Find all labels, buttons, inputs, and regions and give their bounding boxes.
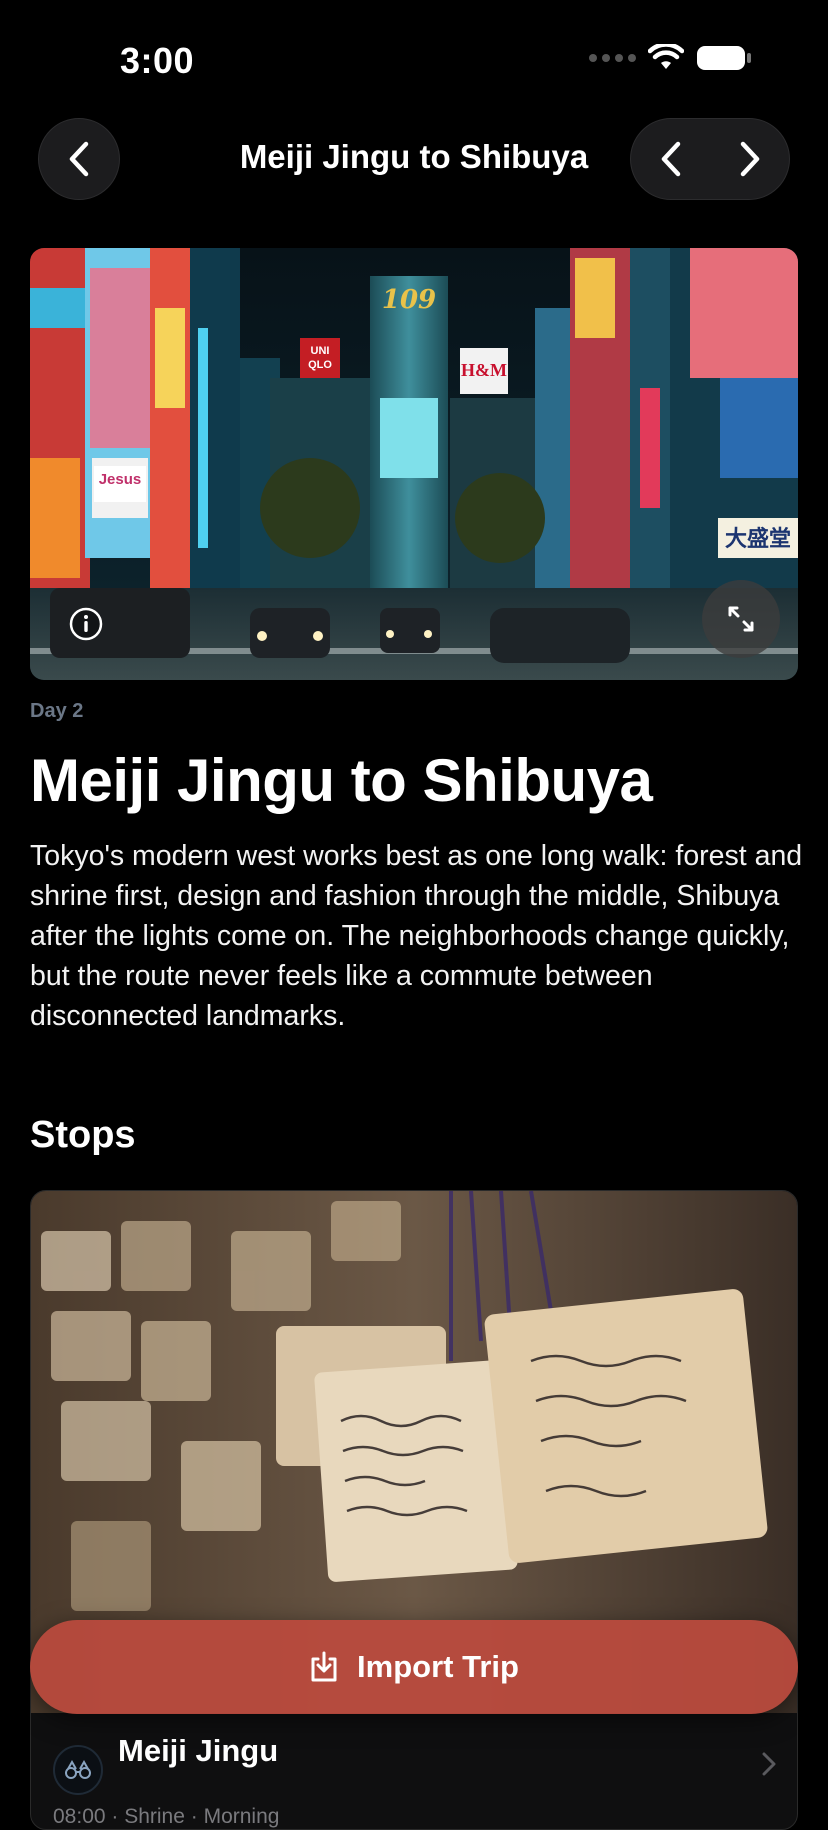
svg-text:H&M: H&M	[461, 360, 507, 380]
stop-row[interactable]: Meiji Jingu 08:00 · Shrine · Morning	[31, 1713, 797, 1829]
binoculars-icon	[65, 1760, 91, 1779]
info-icon	[69, 607, 103, 641]
svg-text:Jesus: Jesus	[99, 471, 142, 488]
stop-meta: 08:00 · Shrine · Morning	[53, 1805, 280, 1828]
svg-text:UNI: UNI	[311, 345, 330, 357]
back-button[interactable]	[38, 118, 120, 200]
shibuya-night-photo: 109 UNI QLO H&M 大盛堂 Jesus	[30, 248, 798, 680]
nav-title: Meiji Jingu to Shibuya	[239, 138, 589, 175]
day-label: Day 2	[30, 700, 84, 722]
svg-text:大盛堂: 大盛堂	[725, 526, 791, 552]
svg-text:109: 109	[382, 285, 436, 315]
day-pager	[630, 118, 790, 200]
chevron-left-icon	[661, 141, 680, 177]
expand-photo-button[interactable]	[702, 580, 780, 658]
next-day-button[interactable]	[710, 119, 789, 199]
day-description: Tokyo's modern west works best as one lo…	[30, 840, 803, 1032]
stop-card[interactable]: Meiji Jingu 08:00 · Shrine · Morning	[30, 1190, 798, 1830]
status-time: 3:00	[120, 40, 195, 81]
status-icons	[589, 44, 752, 72]
svg-text:QLO: QLO	[308, 359, 332, 371]
expand-icon	[728, 606, 754, 632]
signal-dots-icon	[589, 54, 636, 62]
previous-day-button[interactable]	[631, 119, 710, 199]
stop-type-badge	[53, 1745, 103, 1795]
chevron-right-icon	[740, 141, 759, 177]
chevron-left-icon	[69, 141, 89, 177]
page-title: Meiji Jingu to Shibuya	[30, 747, 653, 814]
hero-image[interactable]: 109 UNI QLO H&M 大盛堂 Jesus	[30, 248, 798, 680]
download-icon	[311, 1651, 337, 1682]
photo-info-button[interactable]	[68, 606, 104, 642]
wifi-icon	[648, 44, 684, 69]
import-trip-label: Import Trip	[357, 1649, 519, 1684]
status-bar: 3:00	[0, 0, 828, 110]
import-trip-button[interactable]: Import Trip	[30, 1620, 798, 1714]
battery-icon	[697, 46, 751, 70]
stops-section-title: Stops	[30, 1114, 136, 1156]
stop-name: Meiji Jingu	[118, 1733, 279, 1768]
chevron-right-icon	[762, 1752, 776, 1776]
